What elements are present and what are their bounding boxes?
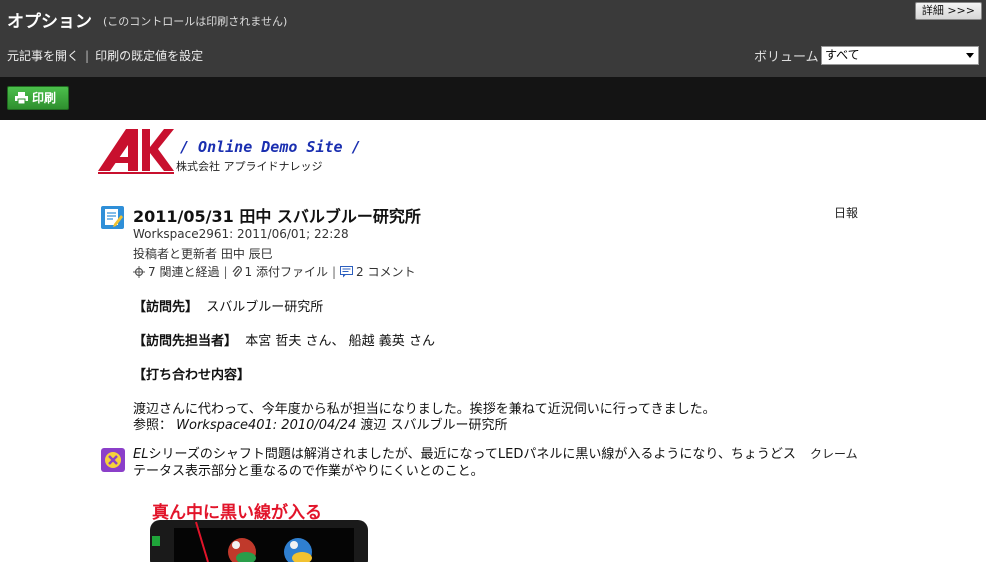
attachments-link[interactable]: 1 添付ファイル [245, 265, 328, 279]
paperclip-icon [232, 266, 242, 277]
visit-value: スバルブルー研究所 [206, 300, 324, 315]
logo-company-name: 株式会社 アプライドナレッジ [176, 160, 323, 173]
print-toolbar: 印刷 [0, 77, 986, 120]
contact-value: 本宮 哲夫 さん、 船越 義英 さん [245, 334, 435, 349]
print-button[interactable]: 印刷 [7, 86, 69, 110]
entry-title[interactable]: 2011/05/31 田中 スバルブルー研究所 [133, 203, 421, 227]
entry-stats: 7 関連と経過 | 1 添付ファイル | 2 コメント [133, 263, 415, 280]
stats-separator: | [223, 265, 228, 279]
claim-text: ELシリーズのシャフト問題は解消されましたが、最近になってLEDパネルに黒い線が… [133, 446, 803, 480]
comment-icon [340, 266, 353, 278]
reference-rest: 渡辺 スバルブルー研究所 [360, 418, 508, 433]
claim-icon [101, 448, 125, 472]
meeting-label: 【打ち合わせ内容】 [133, 368, 251, 383]
claim-body: シリーズのシャフト問題は解消されましたが、最近になってLEDパネルに黒い線が入る… [133, 447, 796, 479]
company-logo: / Online Demo Site / 株式会社 アプライドナレッジ [98, 127, 361, 175]
visit-label: 【訪問先】 [133, 300, 199, 315]
claim-type: クレーム [810, 447, 858, 461]
visit-line: 【訪問先】 スバルブルー研究所 [133, 296, 323, 315]
options-title: オプション [7, 12, 92, 32]
daily-report-icon [101, 206, 124, 229]
reference-link[interactable]: Workspace401: 2010/04/24 [176, 418, 356, 433]
comments-link[interactable]: 2 コメント [356, 265, 415, 279]
device-image [150, 520, 368, 562]
option-links: 元記事を開く | 印刷の既定値を設定 [7, 47, 203, 64]
reference-prefix: 参照： [133, 418, 173, 433]
printer-icon [15, 92, 28, 104]
volume-label: ボリューム [754, 50, 819, 65]
options-bar: オプション (このコントロールは印刷されません) 詳細 >>> 元記事を開く | 印… [0, 0, 986, 77]
related-link[interactable]: 7 関連と経過 [148, 265, 219, 279]
options-note: (このコントロールは印刷されません) [103, 15, 288, 28]
logo-mark-icon [98, 129, 174, 174]
entry-workspace: Workspace2961: 2011/06/01; 22:28 [133, 227, 349, 241]
claim-lead: EL [133, 447, 149, 462]
print-button-label: 印刷 [32, 91, 57, 105]
entry-author: 投稿者と更新者 田中 辰巳 [133, 247, 273, 261]
detail-button[interactable]: 詳細 >>> [914, 2, 982, 20]
volume-selected-value: すべて [825, 48, 860, 62]
open-original-link[interactable]: 元記事を開く [7, 49, 79, 63]
contact-label: 【訪問先担当者】 [133, 334, 238, 349]
chevron-down-icon [966, 53, 974, 58]
reference-line: 参照： Workspace401: 2010/04/24 渡辺 スバルブルー研究… [133, 414, 508, 433]
entry-type: 日報 [834, 206, 859, 220]
claim-photo: 真ん中に黒い線が入る [148, 498, 372, 562]
contact-line: 【訪問先担当者】 本宮 哲夫 さん、 船越 義英 さん [133, 330, 435, 349]
stats-separator: | [331, 265, 336, 279]
logo-site-name: / Online Demo Site / [180, 138, 361, 156]
print-defaults-link[interactable]: 印刷の既定値を設定 [95, 49, 203, 63]
related-icon [133, 266, 145, 278]
volume-select[interactable]: すべて [821, 46, 979, 65]
link-separator: | [85, 49, 90, 63]
